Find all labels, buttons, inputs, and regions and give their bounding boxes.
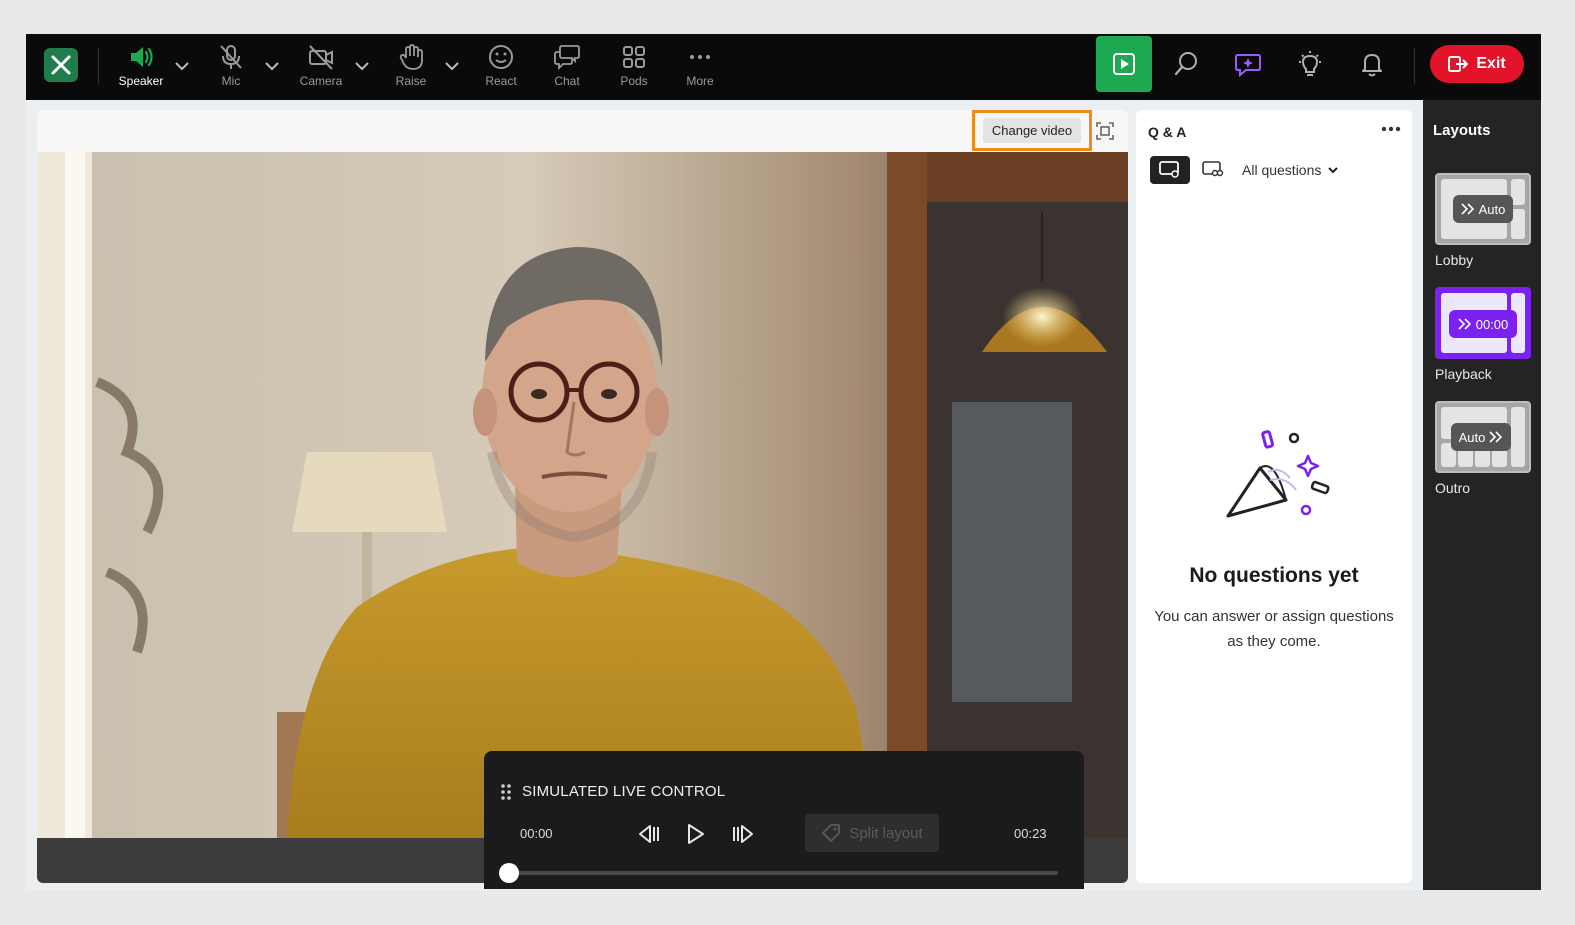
qa-filter-dropdown[interactable]: All questions (1242, 162, 1339, 178)
qa-tab-presenter-view[interactable] (1150, 156, 1190, 184)
layout-badge-text: 00:00 (1475, 316, 1509, 332)
chat-button[interactable]: Chat (537, 42, 597, 94)
app-logo (44, 48, 78, 82)
hand-icon (399, 44, 423, 70)
mic-button[interactable]: Mic (201, 42, 261, 94)
search-icon (1174, 52, 1197, 76)
qa-tab-assigned-view[interactable] (1200, 156, 1226, 184)
play-icon[interactable] (682, 821, 708, 847)
layout-label-lobby: Lobby (1435, 252, 1474, 268)
video-player[interactable] (37, 152, 1128, 838)
mic-label: Mic (221, 74, 241, 88)
screen-group-icon (1202, 161, 1224, 177)
layouts-title: Layouts (1433, 122, 1491, 139)
progress-thumb[interactable] (499, 863, 519, 883)
camera-chevron-down-icon[interactable] (352, 56, 372, 76)
more-options-icon[interactable] (1380, 122, 1402, 136)
chat-icon (554, 45, 580, 71)
camera-button[interactable]: Camera (291, 42, 351, 94)
layout-badge-text: Auto (1478, 201, 1506, 217)
qa-filter-label: All questions (1242, 162, 1322, 178)
app-window: Speaker Mic Camera Raise React Chat Pods… (26, 34, 1541, 890)
layout-label-playback: Playback (1435, 366, 1492, 382)
qa-empty-title: No questions yet (1189, 564, 1359, 587)
qa-sparkle-icon (1235, 54, 1261, 78)
total-time: 00:23 (1014, 826, 1047, 841)
drag-handle-icon[interactable] (500, 783, 512, 801)
split-layout-button[interactable]: Split layout (805, 814, 939, 852)
speaker-button[interactable]: Speaker (111, 42, 171, 94)
double-chevron-right-icon (1489, 431, 1503, 443)
play-square-icon (1113, 53, 1135, 75)
toolbar-divider-right (1414, 48, 1415, 84)
split-layout-label: Split layout (849, 824, 923, 842)
layout-badge-playback: 00:00 (1449, 310, 1517, 338)
camera-off-icon (309, 45, 333, 70)
layout-thumb-block (1511, 179, 1525, 205)
react-button[interactable]: React (471, 42, 531, 94)
more-label: More (686, 74, 714, 88)
qa-title: Q & A (1148, 124, 1187, 140)
exit-icon (1448, 56, 1469, 72)
double-chevron-right-icon (1461, 203, 1474, 215)
search-button[interactable] (1158, 36, 1214, 92)
logo-icon (51, 55, 71, 75)
more-button[interactable]: More (670, 42, 730, 94)
change-video-button[interactable]: Change video (982, 118, 1082, 143)
lightbulb-icon (1299, 51, 1321, 76)
tips-button[interactable] (1282, 36, 1338, 92)
raise-chevron-down-icon[interactable] (442, 56, 462, 76)
speaker-label: Speaker (118, 74, 164, 88)
qa-panel: Q & A All questions No questions yet You… (1136, 110, 1412, 883)
exit-label: Exit (1476, 55, 1506, 72)
layout-card-lobby[interactable]: Auto (1435, 173, 1531, 245)
react-label: React (485, 74, 517, 88)
stage-header: Change video (37, 110, 1128, 152)
double-chevron-right-icon (1458, 318, 1471, 330)
current-time: 00:00 (520, 826, 553, 841)
layout-label-outro: Outro (1435, 480, 1471, 496)
speaker-chevron-down-icon[interactable] (172, 56, 192, 76)
pods-button[interactable]: Pods (604, 42, 664, 94)
notifications-button[interactable] (1344, 36, 1400, 92)
exit-button[interactable]: Exit (1430, 45, 1524, 83)
qa-button[interactable] (1220, 36, 1276, 92)
more-icon (690, 55, 710, 59)
raise-hand-button[interactable]: Raise (381, 42, 441, 94)
play-stage-button[interactable] (1096, 36, 1152, 92)
toolbar-divider (98, 48, 99, 84)
layout-badge-lobby: Auto (1453, 195, 1513, 223)
skip-forward-icon[interactable] (730, 821, 756, 847)
presenter-video-frame (37, 152, 1128, 838)
qa-empty-description: You can answer or assign questions as th… (1154, 608, 1394, 650)
grid-icon (623, 46, 645, 68)
smile-icon (489, 45, 513, 69)
chat-label: Chat (554, 74, 580, 88)
speaker-icon (131, 47, 153, 67)
raise-label: Raise (395, 74, 427, 88)
progress-track[interactable] (508, 871, 1058, 875)
party-popper-icon (1226, 430, 1330, 518)
camera-label: Camera (299, 74, 343, 88)
bell-icon (1362, 54, 1382, 77)
tag-icon (822, 824, 841, 842)
layout-thumb-block (1511, 209, 1525, 239)
top-toolbar: Speaker Mic Camera Raise React Chat Pods… (26, 34, 1541, 100)
layout-badge-outro: Auto (1451, 423, 1511, 451)
chevron-down-icon (1328, 167, 1339, 174)
layout-thumb-block (1511, 407, 1525, 467)
layout-card-outro[interactable]: Auto (1435, 401, 1531, 473)
change-video-highlight: Change video (972, 110, 1092, 151)
mic-off-icon (220, 45, 242, 69)
layouts-sidebar: Layouts Auto Lobby 00:00 Playback Auto O… (1423, 100, 1541, 890)
mic-chevron-down-icon[interactable] (262, 56, 282, 76)
skip-back-icon[interactable] (636, 821, 662, 847)
screen-user-icon (1159, 161, 1179, 178)
pods-label: Pods (620, 74, 648, 88)
layout-badge-text: Auto (1458, 429, 1486, 445)
simulated-live-control-panel: SIMULATED LIVE CONTROL 00:00 Split layou… (484, 751, 1084, 889)
live-control-title: SIMULATED LIVE CONTROL (522, 783, 726, 800)
fit-screen-icon[interactable] (1095, 121, 1115, 141)
layout-card-playback[interactable]: 00:00 (1435, 287, 1531, 359)
